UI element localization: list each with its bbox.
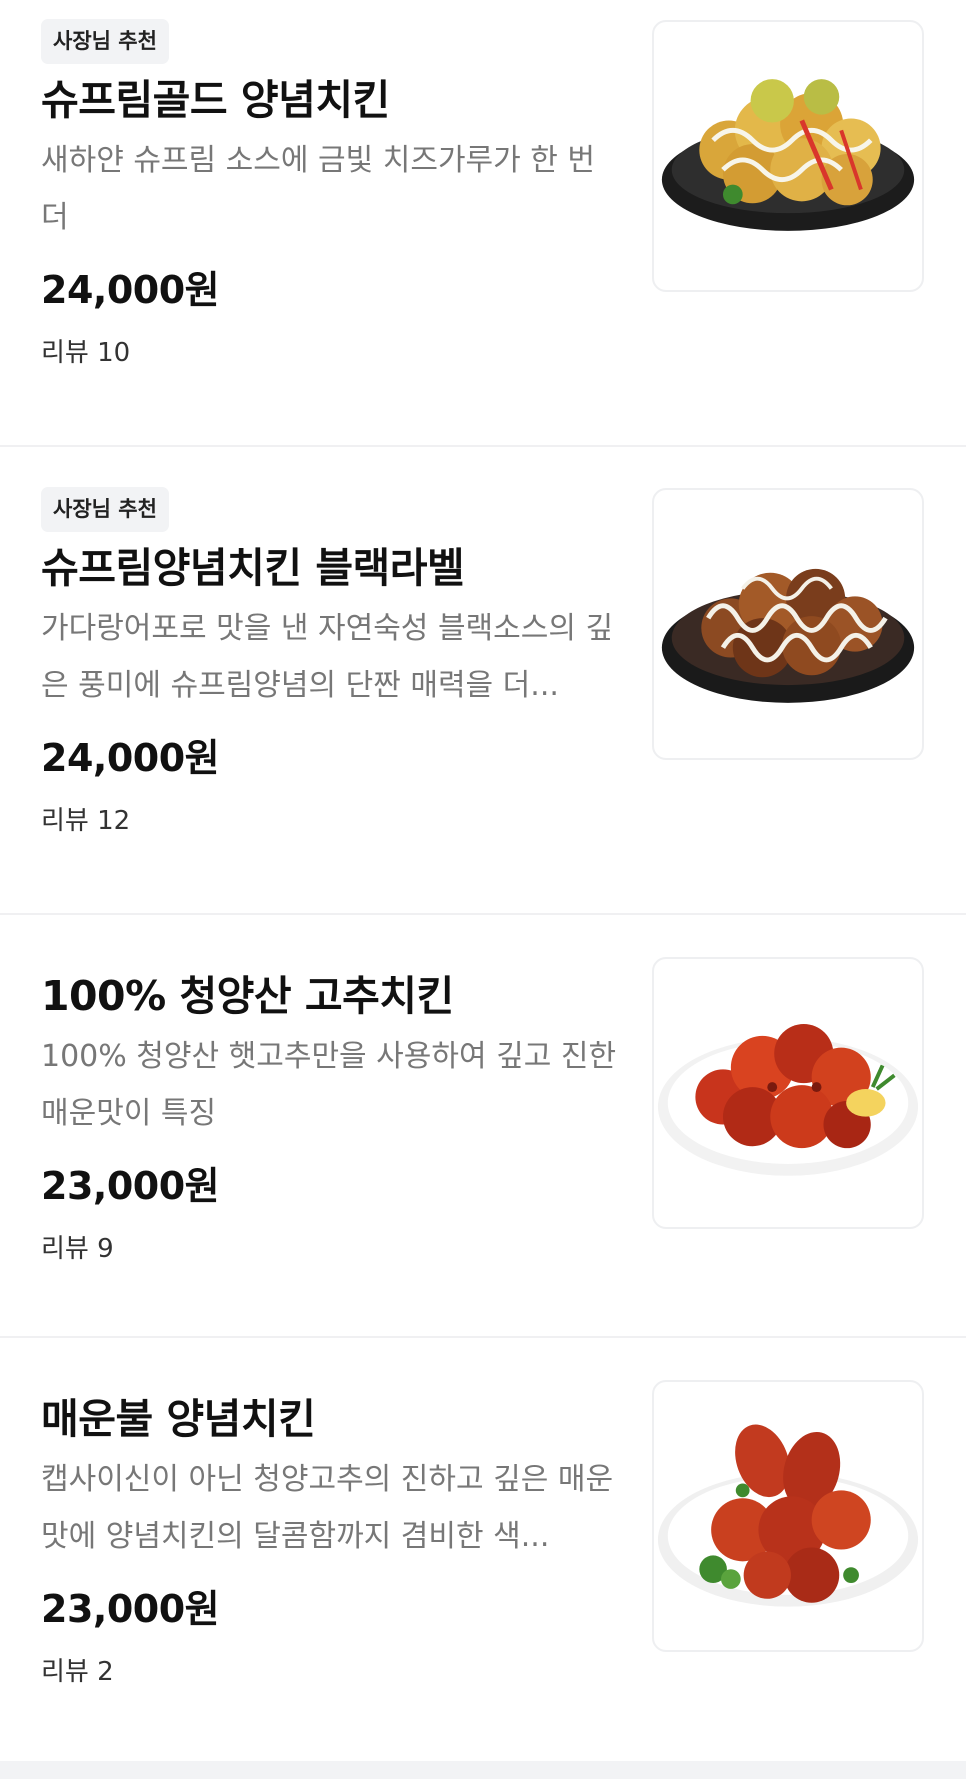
menu-item[interactable]: 사장님 추천 슈프림양념치킨 블랙라벨 가다랑어포로 맛을 낸 자연숙성 블랙소… <box>0 447 966 915</box>
menu-item-name: 100% 청양산 고추치킨 <box>41 972 454 1020</box>
menu-item[interactable]: 사장님 추천 슈프림골드 양념치킨 새하얀 슈프림 소스에 금빛 치즈가루가 한… <box>0 0 966 447</box>
bottom-divider <box>0 1761 966 1779</box>
menu-item-price: 24,000원 <box>41 268 220 312</box>
spicy-fire-chicken-image <box>652 1380 924 1652</box>
yellow-cheese-chicken-image <box>652 20 924 292</box>
menu-item-name: 슈프림양념치킨 블랙라벨 <box>41 544 465 592</box>
menu-item[interactable]: 매운불 양념치킨 캡사이신이 아닌 청양고추의 진하고 깊은 매운맛에 양념치킨… <box>0 1338 966 1761</box>
menu-item-description: 새하얀 슈프림 소스에 금빛 치즈가루가 한 번 더 <box>41 143 596 235</box>
menu-item-price: 24,000원 <box>41 736 220 780</box>
menu-item-name: 슈프림골드 양념치킨 <box>41 76 390 124</box>
menu-item[interactable]: 100% 청양산 고추치킨 100% 청양산 햇고추만을 사용하여 깊고 진한 … <box>0 915 966 1338</box>
menu-item-price: 23,000원 <box>41 1587 220 1631</box>
menu-item-review-count: 리뷰 12 <box>41 806 131 836</box>
menu-item-description: 100% 청양산 햇고추만을 사용하여 깊고 진한 매운맛이 특징 <box>41 1039 617 1131</box>
black-sauce-chicken-image <box>652 488 924 760</box>
recommend-badge: 사장님 추천 <box>41 487 169 532</box>
red-pepper-chicken-image <box>652 957 924 1229</box>
menu-item-description: 캡사이신이 아닌 청양고추의 진하고 깊은 매운맛에 양념치킨의 달콤함까지 겸… <box>41 1462 614 1554</box>
menu-item-review-count: 리뷰 9 <box>41 1234 114 1264</box>
recommend-badge: 사장님 추천 <box>41 19 169 64</box>
menu-item-price: 23,000원 <box>41 1164 220 1208</box>
menu-item-review-count: 리뷰 10 <box>41 338 131 368</box>
menu-item-description: 가다랑어포로 맛을 낸 자연숙성 블랙소스의 깊은 풍미에 슈프림양념의 단짠 … <box>41 611 614 703</box>
menu-item-review-count: 리뷰 2 <box>41 1657 114 1687</box>
menu-item-name: 매운불 양념치킨 <box>41 1395 316 1443</box>
